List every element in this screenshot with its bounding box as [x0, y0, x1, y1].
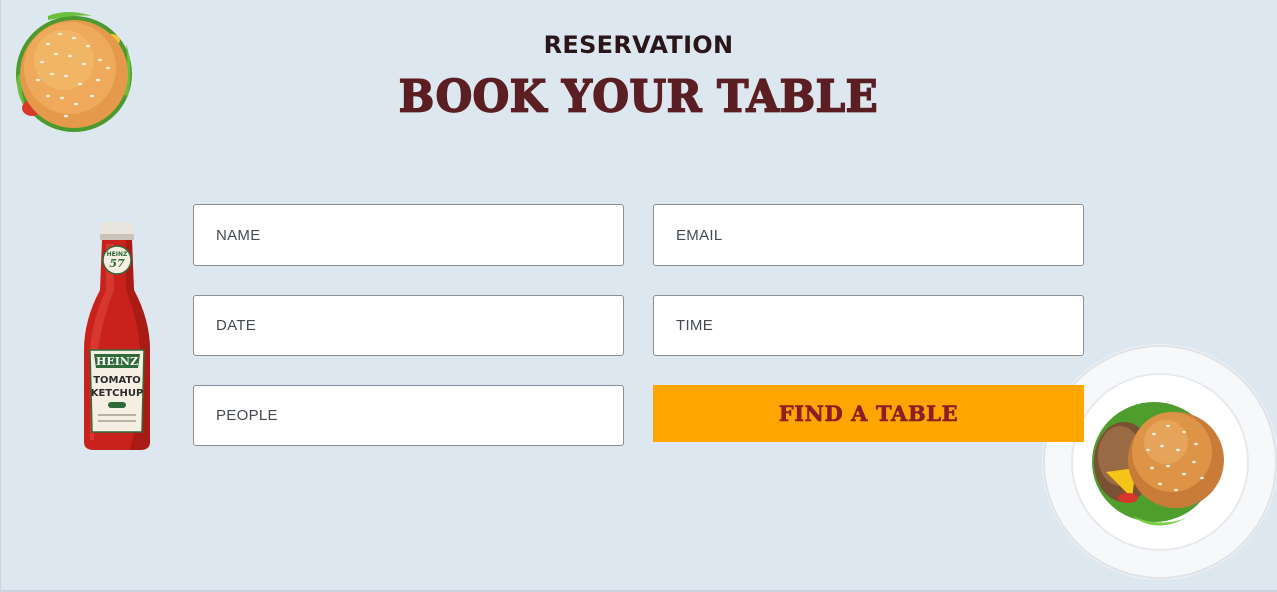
bottle-label-brand: HEINZ [96, 355, 138, 368]
find-table-button[interactable]: FIND A TABLE [653, 385, 1084, 442]
burger-plate-image [1042, 344, 1277, 580]
name-field[interactable] [193, 204, 624, 266]
time-field[interactable] [653, 295, 1084, 356]
bottle-label-line1: TOMATO [93, 375, 141, 386]
bottle-label-line2: KETCHUP [91, 388, 144, 399]
email-field[interactable] [653, 204, 1084, 266]
people-field[interactable] [193, 385, 624, 446]
date-field[interactable] [193, 295, 624, 356]
ketchup-bottle-image: HEINZ 57 HEINZ TOMATO KETCHUP [84, 222, 150, 450]
bottle-cap-number: 57 [109, 257, 125, 270]
section-eyebrow: RESERVATION [543, 31, 734, 59]
page-title: BOOK YOUR TABLE [398, 70, 879, 123]
